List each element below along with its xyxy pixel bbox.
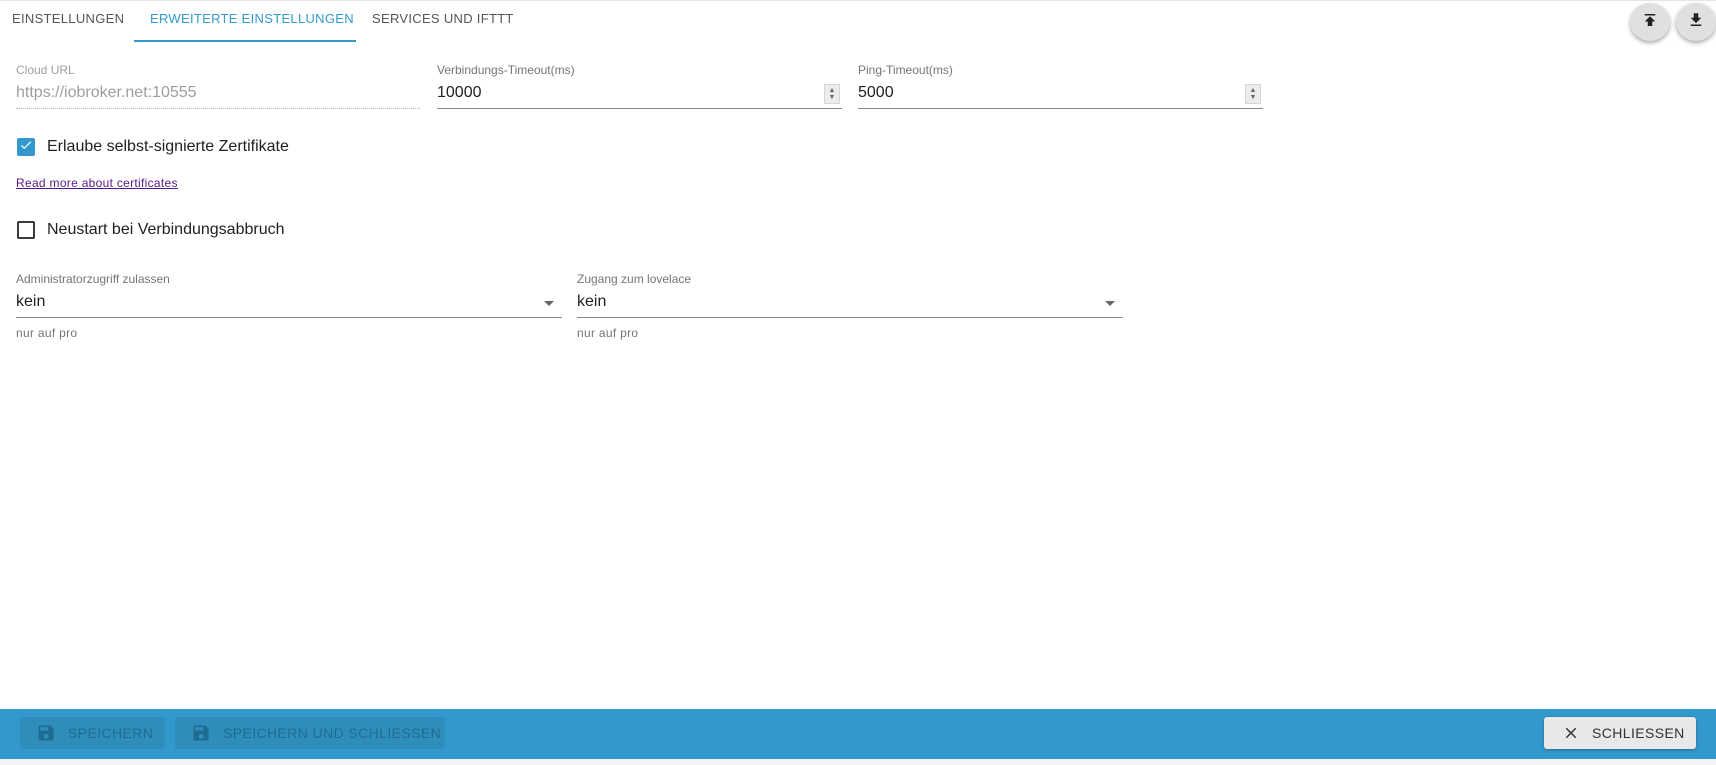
close-button-label: SCHLIESSEN <box>1592 725 1685 741</box>
tab-bar: EINSTELLUNGEN ERWEITERTE EINSTELLUNGEN S… <box>0 0 1716 43</box>
ping-timeout-underline <box>858 108 1263 109</box>
tab-einstellungen[interactable]: EINSTELLUNGEN <box>12 1 124 41</box>
cloud-url-value: https://iobroker.net:10555 <box>16 84 197 101</box>
chevron-down-icon: ▼ <box>1249 94 1257 101</box>
self-signed-certificates-label: Erlaube selbst-signierte Zertifikate <box>47 138 289 155</box>
check-icon <box>19 138 33 157</box>
lovelace-access-select[interactable]: Zugang zum lovelace kein nur auf pro <box>577 272 1123 342</box>
tab-services-und-ifttt[interactable]: SERVICES UND IFTTT <box>372 1 514 41</box>
connection-timeout-underline <box>437 108 842 109</box>
cloud-url-underline <box>16 108 420 110</box>
read-more-certificates-link[interactable]: Read more about certificates <box>16 176 178 190</box>
chevron-down-icon: ▼ <box>828 94 836 101</box>
admin-access-helper: nur auf pro <box>16 326 78 340</box>
save-and-close-button[interactable]: SPEICHERN UND SCHLIESSEN <box>175 717 445 749</box>
lovelace-access-helper: nur auf pro <box>577 326 639 340</box>
save-and-close-button-label: SPEICHERN UND SCHLIESSEN <box>223 725 442 741</box>
admin-access-label: Administratorzugriff zulassen <box>16 272 170 286</box>
save-button[interactable]: SPEICHERN <box>20 717 165 749</box>
cloud-url-field[interactable]: Cloud URL https://iobroker.net:10555 <box>16 63 420 113</box>
connection-timeout-field[interactable]: Verbindungs-Timeout(ms) 10000 ▲ ▼ <box>437 63 842 113</box>
ping-timeout-input[interactable]: 5000 <box>858 84 894 102</box>
save-icon <box>191 723 211 743</box>
connection-timeout-stepper[interactable]: ▲ ▼ <box>824 84 840 104</box>
download-settings-button[interactable] <box>1676 3 1716 41</box>
upload-settings-button[interactable] <box>1630 3 1670 41</box>
save-button-label: SPEICHERN <box>68 725 154 741</box>
download-icon <box>1687 11 1705 34</box>
lovelace-access-label: Zugang zum lovelace <box>577 272 692 286</box>
tab-erweiterte-einstellungen[interactable]: ERWEITERTE EINSTELLUNGEN <box>150 1 354 41</box>
admin-access-select[interactable]: Administratorzugriff zulassen kein nur a… <box>16 272 562 342</box>
lovelace-access-underline <box>577 317 1123 318</box>
dropdown-arrow-icon <box>544 301 554 306</box>
adapter-settings-page: EINSTELLUNGEN ERWEITERTE EINSTELLUNGEN S… <box>0 0 1716 765</box>
footer-toolbar: SPEICHERN SPEICHERN UND SCHLIESSEN SCHLI… <box>0 709 1716 759</box>
ping-timeout-stepper[interactable]: ▲ ▼ <box>1245 84 1261 104</box>
self-signed-certificates-checkbox-row[interactable]: Erlaube selbst-signierte Zertifikate <box>17 138 289 156</box>
close-button[interactable]: SCHLIESSEN <box>1544 717 1696 749</box>
active-tab-indicator <box>134 40 356 42</box>
admin-access-value[interactable]: kein <box>16 293 45 311</box>
chevron-up-icon: ▲ <box>1249 87 1257 94</box>
cloud-url-label: Cloud URL <box>16 63 75 77</box>
admin-access-underline <box>16 317 562 318</box>
save-icon <box>36 723 56 743</box>
ping-timeout-field[interactable]: Ping-Timeout(ms) 5000 ▲ ▼ <box>858 63 1263 113</box>
restart-on-disconnect-label: Neustart bei Verbindungsabbruch <box>47 221 285 238</box>
self-signed-certificates-checkbox[interactable] <box>17 138 35 156</box>
restart-on-disconnect-checkbox-row[interactable]: Neustart bei Verbindungsabbruch <box>17 221 285 239</box>
close-icon <box>1562 724 1580 742</box>
connection-timeout-input[interactable]: 10000 <box>437 84 482 102</box>
chevron-up-icon: ▲ <box>828 87 836 94</box>
upload-icon <box>1641 11 1659 34</box>
bottom-edge <box>0 759 1716 765</box>
ping-timeout-label: Ping-Timeout(ms) <box>858 63 953 77</box>
connection-timeout-label: Verbindungs-Timeout(ms) <box>437 63 575 77</box>
dropdown-arrow-icon <box>1105 301 1115 306</box>
restart-on-disconnect-checkbox[interactable] <box>17 221 35 239</box>
lovelace-access-value[interactable]: kein <box>577 293 606 311</box>
